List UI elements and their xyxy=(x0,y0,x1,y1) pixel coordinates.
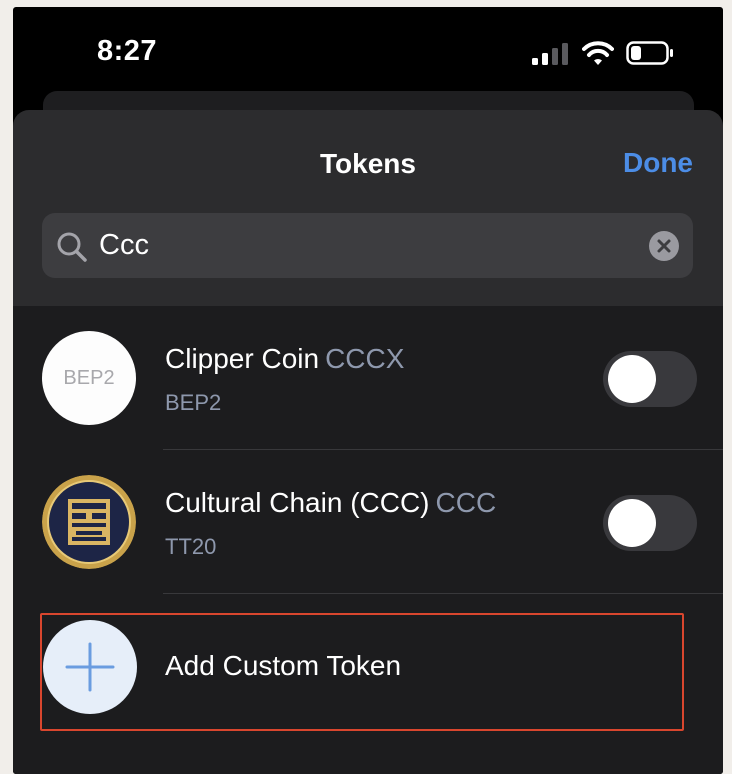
clear-search-button[interactable] xyxy=(649,231,679,261)
token-network: BEP2 xyxy=(165,390,222,415)
cellular-signal-icon xyxy=(532,43,568,65)
done-button[interactable]: Done xyxy=(623,147,693,179)
status-time: 8:27 xyxy=(97,35,158,67)
search-icon xyxy=(57,232,87,262)
token-symbol: CCC xyxy=(435,487,497,518)
add-custom-token-label[interactable]: Add Custom Token xyxy=(165,650,401,682)
clear-icon xyxy=(657,239,671,253)
list-item[interactable]: BEP2 Clipper Coin CCCX BEP2 xyxy=(13,306,723,450)
phone-screen: 8:27 Tokens Done Ccc BEP2 Clipper Coin C… xyxy=(13,7,723,774)
wifi-icon xyxy=(582,41,614,65)
token-title: Cultural Chain (CCC) CCC xyxy=(165,487,496,519)
token-toggle[interactable] xyxy=(603,495,697,551)
avatar-label: BEP2 xyxy=(63,366,115,389)
battery-icon xyxy=(626,41,673,65)
toggle-knob xyxy=(608,499,656,547)
token-toggle[interactable] xyxy=(603,351,697,407)
status-bar: 8:27 xyxy=(13,7,723,97)
plus-icon xyxy=(65,642,115,692)
page-title: Tokens xyxy=(320,148,416,179)
token-name: Cultural Chain (CCC) xyxy=(165,487,430,518)
search-bar[interactable] xyxy=(42,213,693,278)
toggle-knob xyxy=(608,355,656,403)
token-avatar: BEP2 xyxy=(42,331,136,425)
search-input[interactable] xyxy=(99,213,619,278)
token-name: Clipper Coin xyxy=(165,343,320,374)
token-title: Clipper Coin CCCX xyxy=(165,343,404,375)
token-symbol: CCCX xyxy=(325,343,405,374)
add-token-avatar[interactable] xyxy=(43,620,137,714)
